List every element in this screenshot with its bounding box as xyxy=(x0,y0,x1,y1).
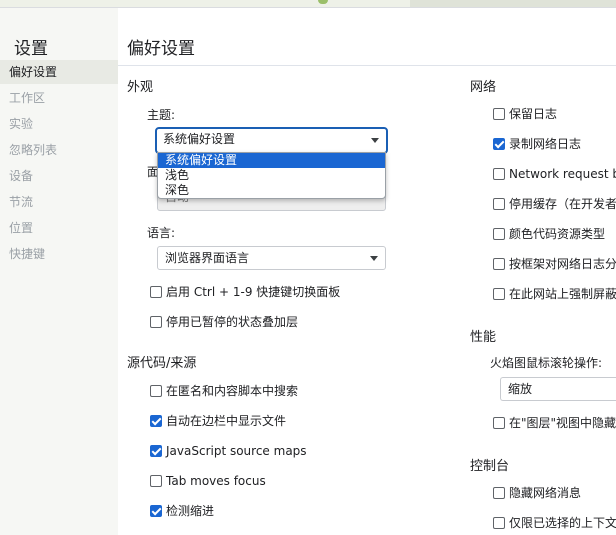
flame-chart-select-value: 缩放 xyxy=(508,382,533,396)
browser-top-strip xyxy=(0,0,616,8)
checkbox-label: 按框架对网络日志分 xyxy=(509,257,616,271)
language-label: 语言: xyxy=(147,226,176,240)
sidebar-item-devices[interactable]: 设备 xyxy=(0,164,118,188)
sidebar-item-ignore-list[interactable]: 忽略列表 xyxy=(0,138,118,162)
theme-label: 主题: xyxy=(147,108,176,122)
chevron-down-icon xyxy=(370,256,378,261)
checkbox[interactable] xyxy=(150,475,162,487)
flame-chart-select[interactable]: 缩放 xyxy=(500,377,616,401)
flame-chart-label: 火焰图鼠标滚轮操作: xyxy=(490,356,603,370)
checkbox-label: 颜色代码资源类型 xyxy=(509,227,606,241)
theme-dropdown-list: 系统偏好设置 浅色 深色 xyxy=(157,152,386,199)
sidebar-item-shortcuts[interactable]: 快捷键 xyxy=(0,242,118,266)
sidebar-title: 设置 xyxy=(14,39,48,59)
checkbox-label: Network request b xyxy=(509,167,616,181)
theme-option-dark[interactable]: 深色 xyxy=(158,183,385,198)
checkbox[interactable] xyxy=(493,168,505,180)
theme-option-system[interactable]: 系统偏好设置 xyxy=(158,153,385,168)
checkbox-label: 启用 Ctrl + 1-9 快捷键切换面板 xyxy=(166,285,341,299)
checkbox-label: 停用已暂停的状态叠加层 xyxy=(166,315,299,329)
language-select[interactable]: 浏览器界面语言 xyxy=(157,246,386,270)
checkbox-label: 录制网络日志 xyxy=(509,137,582,151)
checkbox[interactable] xyxy=(493,517,505,529)
sidebar-item-locations[interactable]: 位置 xyxy=(0,216,118,240)
checkbox[interactable] xyxy=(493,258,505,270)
checkbox[interactable] xyxy=(493,417,505,429)
settings-sidebar: 设置 偏好设置 工作区 实验 忽略列表 设备 节流 位置 快捷键 xyxy=(0,8,118,535)
sidebar-item-experiments[interactable]: 实验 xyxy=(0,112,118,136)
checkbox-label: 停用缓存（在开发者 xyxy=(509,197,616,211)
network-heading: 网络 xyxy=(470,80,497,95)
checkbox-checked[interactable] xyxy=(150,505,162,517)
checkbox-checked[interactable] xyxy=(493,138,505,150)
checkbox[interactable] xyxy=(150,286,162,298)
checkbox[interactable] xyxy=(493,288,505,300)
checkbox-label: 检测缩进 xyxy=(166,504,215,518)
checkbox-label: 在此网站上强制屏蔽 xyxy=(509,287,616,301)
browser-tab[interactable] xyxy=(410,0,616,7)
checkbox-label: 在"图层"视图中隐藏 xyxy=(509,416,616,430)
checkbox[interactable] xyxy=(493,198,505,210)
checkbox-label: 在匿名和内容脚本中搜索 xyxy=(166,384,299,398)
checkbox[interactable] xyxy=(150,385,162,397)
page-title: 偏好设置 xyxy=(127,39,195,59)
chevron-down-icon xyxy=(371,138,379,143)
checkbox[interactable] xyxy=(493,108,505,120)
checkbox-label: JavaScript source maps xyxy=(166,444,307,458)
checkbox-label: 仅限已选择的上下文 xyxy=(509,516,616,530)
checkbox-label: 自动在边栏中显示文件 xyxy=(166,414,287,428)
sidebar-item-throttling[interactable]: 节流 xyxy=(0,190,118,214)
sidebar-item-preferences[interactable]: 偏好设置 xyxy=(0,60,118,84)
checkbox-label: 保留日志 xyxy=(509,107,558,121)
performance-heading: 性能 xyxy=(470,330,497,345)
theme-select-value: 系统偏好设置 xyxy=(163,132,236,146)
checkbox[interactable] xyxy=(493,228,505,240)
theme-select[interactable]: 系统偏好设置 xyxy=(155,127,388,154)
tab-indicator xyxy=(318,0,328,4)
checkbox-checked[interactable] xyxy=(150,415,162,427)
checkbox-label: Tab moves focus xyxy=(166,474,266,488)
theme-option-light[interactable]: 浅色 xyxy=(158,168,385,183)
appearance-heading: 外观 xyxy=(127,80,154,95)
checkbox-label: 隐藏网络消息 xyxy=(509,486,582,500)
sidebar-item-workspace[interactable]: 工作区 xyxy=(0,86,118,110)
language-select-value: 浏览器界面语言 xyxy=(165,251,250,265)
console-heading: 控制台 xyxy=(470,459,510,474)
sources-heading: 源代码/来源 xyxy=(127,356,197,371)
checkbox[interactable] xyxy=(150,316,162,328)
checkbox-checked[interactable] xyxy=(150,445,162,457)
checkbox[interactable] xyxy=(493,487,505,499)
title-divider xyxy=(118,65,616,66)
